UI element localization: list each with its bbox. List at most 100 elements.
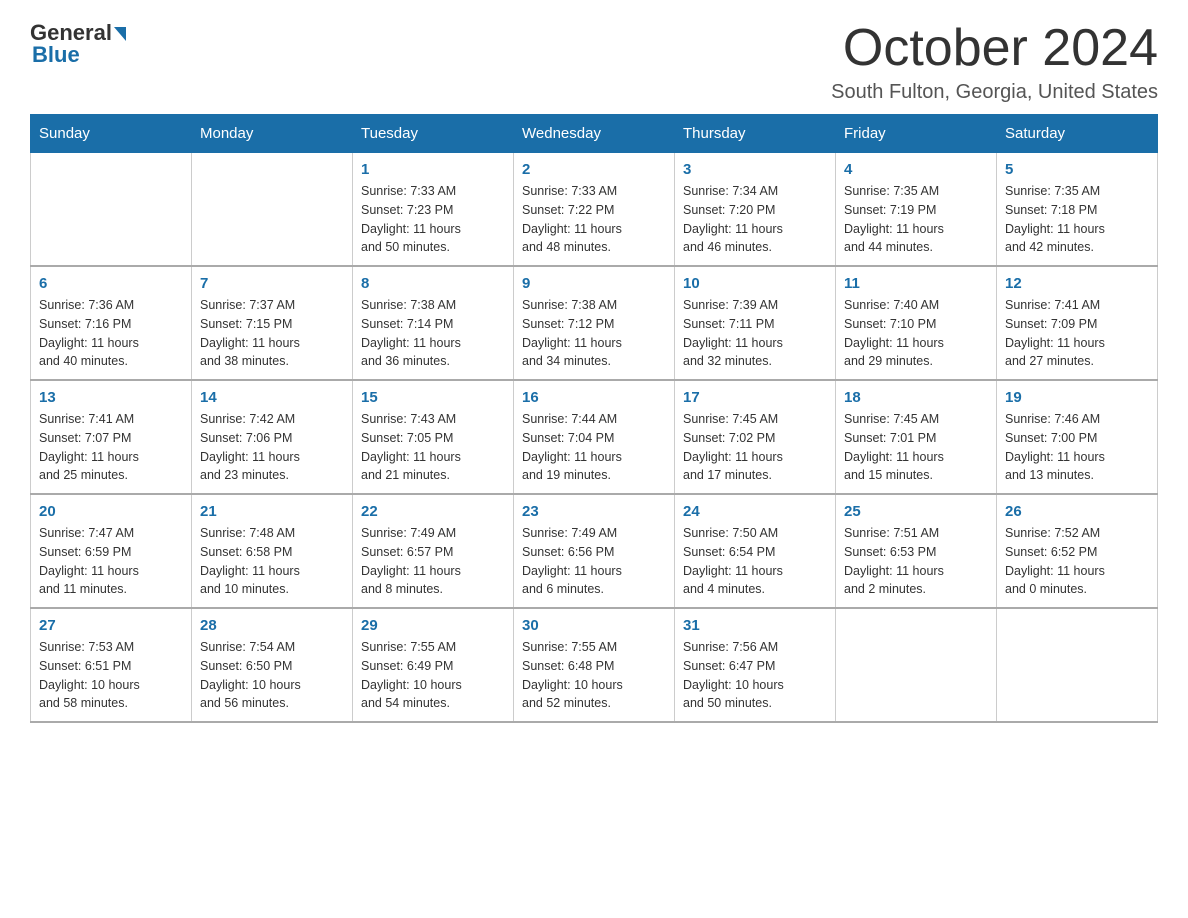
day-number: 5: [1005, 161, 1149, 178]
calendar-cell: 10 Sunrise: 7:39 AMSunset: 7:11 PMDayligh…: [675, 266, 836, 380]
day-number: 4: [844, 161, 988, 178]
day-info: Sunrise: 7:34 AMSunset: 7:20 PMDaylight:…: [683, 182, 827, 257]
page-header: General Blue October 2024 South Fulton, …: [30, 20, 1158, 104]
calendar-cell: 4 Sunrise: 7:35 AMSunset: 7:19 PMDaylight…: [836, 153, 997, 267]
calendar-cell: 21 Sunrise: 7:48 AMSunset: 6:58 PMDayligh…: [192, 494, 353, 608]
day-number: 8: [361, 275, 505, 292]
day-info: Sunrise: 7:38 AMSunset: 7:14 PMDaylight:…: [361, 296, 505, 371]
day-number: 15: [361, 389, 505, 406]
day-number: 11: [844, 275, 988, 292]
calendar-cell: 24 Sunrise: 7:50 AMSunset: 6:54 PMDayligh…: [675, 494, 836, 608]
day-number: 19: [1005, 389, 1149, 406]
day-info: Sunrise: 7:50 AMSunset: 6:54 PMDaylight:…: [683, 524, 827, 599]
day-number: 23: [522, 503, 666, 520]
calendar-week-5: 27 Sunrise: 7:53 AMSunset: 6:51 PMDayligh…: [31, 608, 1158, 722]
calendar-cell: 9Sunrise: 7:38 AMSunset: 7:12 PMDaylight…: [514, 266, 675, 380]
day-number: 1: [361, 161, 505, 178]
logo-blue-text: Blue: [30, 42, 80, 68]
day-number: 29: [361, 617, 505, 634]
day-info: Sunrise: 7:33 AMSunset: 7:22 PMDaylight:…: [522, 182, 666, 257]
day-info: Sunrise: 7:36 AMSunset: 7:16 PMDaylight:…: [39, 296, 183, 371]
day-number: 13: [39, 389, 183, 406]
calendar-cell: 7 Sunrise: 7:37 AMSunset: 7:15 PMDaylight…: [192, 266, 353, 380]
day-info: Sunrise: 7:49 AMSunset: 6:56 PMDaylight:…: [522, 524, 666, 599]
day-number: 22: [361, 503, 505, 520]
calendar-cell: 11 Sunrise: 7:40 AMSunset: 7:10 PMDayligh…: [836, 266, 997, 380]
day-info: Sunrise: 7:52 AMSunset: 6:52 PMDaylight:…: [1005, 524, 1149, 599]
calendar-cell: 1 Sunrise: 7:33 AMSunset: 7:23 PMDaylight…: [353, 153, 514, 267]
day-info: Sunrise: 7:48 AMSunset: 6:58 PMDaylight:…: [200, 524, 344, 599]
day-info: Sunrise: 7:35 AMSunset: 7:19 PMDaylight:…: [844, 182, 988, 257]
day-info: Sunrise: 7:53 AMSunset: 6:51 PMDaylight:…: [39, 638, 183, 713]
calendar-cell: 22 Sunrise: 7:49 AMSunset: 6:57 PMDayligh…: [353, 494, 514, 608]
calendar-cell: 5 Sunrise: 7:35 AMSunset: 7:18 PMDaylight…: [997, 153, 1158, 267]
day-number: 26: [1005, 503, 1149, 520]
calendar-cell: 14 Sunrise: 7:42 AMSunset: 7:06 PMDayligh…: [192, 380, 353, 494]
day-info: Sunrise: 7:41 AMSunset: 7:07 PMDaylight:…: [39, 410, 183, 485]
day-info: Sunrise: 7:44 AMSunset: 7:04 PMDaylight:…: [522, 410, 666, 485]
weekday-header-sunday: Sunday: [31, 115, 192, 153]
calendar-cell: 13 Sunrise: 7:41 AMSunset: 7:07 PMDayligh…: [31, 380, 192, 494]
weekday-header-monday: Monday: [192, 115, 353, 153]
day-info: Sunrise: 7:54 AMSunset: 6:50 PMDaylight:…: [200, 638, 344, 713]
calendar-cell: 6 Sunrise: 7:36 AMSunset: 7:16 PMDaylight…: [31, 266, 192, 380]
day-info: Sunrise: 7:35 AMSunset: 7:18 PMDaylight:…: [1005, 182, 1149, 257]
day-info: Sunrise: 7:47 AMSunset: 6:59 PMDaylight:…: [39, 524, 183, 599]
day-number: 18: [844, 389, 988, 406]
logo: General Blue: [30, 20, 126, 68]
day-info: Sunrise: 7:33 AMSunset: 7:23 PMDaylight:…: [361, 182, 505, 257]
calendar-cell: 18 Sunrise: 7:45 AMSunset: 7:01 PMDayligh…: [836, 380, 997, 494]
calendar-cell: 3Sunrise: 7:34 AMSunset: 7:20 PMDaylight…: [675, 153, 836, 267]
weekday-header-friday: Friday: [836, 115, 997, 153]
calendar-week-2: 6 Sunrise: 7:36 AMSunset: 7:16 PMDaylight…: [31, 266, 1158, 380]
day-number: 21: [200, 503, 344, 520]
calendar-cell: 19Sunrise: 7:46 AMSunset: 7:00 PMDayligh…: [997, 380, 1158, 494]
calendar-cell: 28 Sunrise: 7:54 AMSunset: 6:50 PMDayligh…: [192, 608, 353, 722]
day-number: 25: [844, 503, 988, 520]
day-info: Sunrise: 7:55 AMSunset: 6:49 PMDaylight:…: [361, 638, 505, 713]
weekday-header-saturday: Saturday: [997, 115, 1158, 153]
calendar-cell: [836, 608, 997, 722]
day-number: 31: [683, 617, 827, 634]
day-info: Sunrise: 7:40 AMSunset: 7:10 PMDaylight:…: [844, 296, 988, 371]
day-number: 12: [1005, 275, 1149, 292]
calendar-week-3: 13 Sunrise: 7:41 AMSunset: 7:07 PMDayligh…: [31, 380, 1158, 494]
calendar-cell: [997, 608, 1158, 722]
day-number: 20: [39, 503, 183, 520]
day-number: 28: [200, 617, 344, 634]
calendar-cell: 12 Sunrise: 7:41 AMSunset: 7:09 PMDayligh…: [997, 266, 1158, 380]
day-info: Sunrise: 7:49 AMSunset: 6:57 PMDaylight:…: [361, 524, 505, 599]
calendar-cell: 15 Sunrise: 7:43 AMSunset: 7:05 PMDayligh…: [353, 380, 514, 494]
weekday-header-wednesday: Wednesday: [514, 115, 675, 153]
calendar-cell: 30 Sunrise: 7:55 AMSunset: 6:48 PMDayligh…: [514, 608, 675, 722]
day-number: 2: [522, 161, 666, 178]
calendar-cell: 2 Sunrise: 7:33 AMSunset: 7:22 PMDaylight…: [514, 153, 675, 267]
month-title: October 2024: [831, 20, 1158, 77]
day-number: 27: [39, 617, 183, 634]
day-number: 10: [683, 275, 827, 292]
day-info: Sunrise: 7:43 AMSunset: 7:05 PMDaylight:…: [361, 410, 505, 485]
calendar-cell: 8 Sunrise: 7:38 AMSunset: 7:14 PMDaylight…: [353, 266, 514, 380]
day-number: 24: [683, 503, 827, 520]
calendar-cell: 20 Sunrise: 7:47 AMSunset: 6:59 PMDayligh…: [31, 494, 192, 608]
day-number: 17: [683, 389, 827, 406]
day-number: 30: [522, 617, 666, 634]
calendar-cell: 25 Sunrise: 7:51 AMSunset: 6:53 PMDayligh…: [836, 494, 997, 608]
day-number: 14: [200, 389, 344, 406]
day-info: Sunrise: 7:41 AMSunset: 7:09 PMDaylight:…: [1005, 296, 1149, 371]
weekday-header-thursday: Thursday: [675, 115, 836, 153]
title-area: October 2024 South Fulton, Georgia, Unit…: [831, 20, 1158, 104]
day-number: 6: [39, 275, 183, 292]
day-info: Sunrise: 7:37 AMSunset: 7:15 PMDaylight:…: [200, 296, 344, 371]
day-info: Sunrise: 7:39 AMSunset: 7:11 PMDaylight:…: [683, 296, 827, 371]
day-info: Sunrise: 7:45 AMSunset: 7:02 PMDaylight:…: [683, 410, 827, 485]
day-info: Sunrise: 7:51 AMSunset: 6:53 PMDaylight:…: [844, 524, 988, 599]
day-info: Sunrise: 7:55 AMSunset: 6:48 PMDaylight:…: [522, 638, 666, 713]
calendar-table: SundayMondayTuesdayWednesdayThursdayFrid…: [30, 114, 1158, 723]
day-info: Sunrise: 7:42 AMSunset: 7:06 PMDaylight:…: [200, 410, 344, 485]
calendar-cell: [31, 153, 192, 267]
calendar-cell: 31Sunrise: 7:56 AMSunset: 6:47 PMDayligh…: [675, 608, 836, 722]
calendar-cell: 23 Sunrise: 7:49 AMSunset: 6:56 PMDayligh…: [514, 494, 675, 608]
day-info: Sunrise: 7:45 AMSunset: 7:01 PMDaylight:…: [844, 410, 988, 485]
day-number: 7: [200, 275, 344, 292]
